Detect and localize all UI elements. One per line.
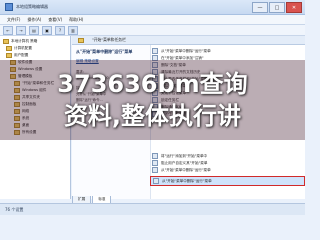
app-icon <box>5 3 13 11</box>
properties-button[interactable]: ▣ <box>42 25 52 35</box>
close-button[interactable]: ✕ <box>286 2 302 13</box>
minimize-button[interactable]: — <box>252 2 268 13</box>
status-bar: 76 个设置 <box>0 203 305 215</box>
window-controls: — □ ✕ <box>251 2 302 13</box>
filter-button[interactable]: ▥ <box>68 25 78 35</box>
menu-file[interactable]: 文件(F) <box>7 17 20 23</box>
tree-item[interactable]: 计算机配置 <box>6 45 32 51</box>
folder-icon <box>78 37 84 43</box>
policy-icon <box>152 160 158 166</box>
title-bar: 本地组策略编辑器 — □ ✕ <box>0 0 305 15</box>
selected-policy-label: 从"开始"菜单中删除"运行"菜单 <box>162 178 212 183</box>
menu-bar: 文件(F) 操作(A) 查看(V) 帮助(H) <box>0 15 305 25</box>
tree-item[interactable]: 用户配置 <box>6 52 28 58</box>
list-item[interactable]: 阻止用户自定义其"开始"菜单 <box>152 160 305 166</box>
maximize-button[interactable]: □ <box>269 2 285 13</box>
selected-policy-row[interactable]: 从"开始"菜单中删除"运行"菜单 <box>150 176 305 186</box>
help-button[interactable]: ? <box>55 25 65 35</box>
policy-icon <box>153 178 159 184</box>
menu-help[interactable]: 帮助(H) <box>69 17 83 23</box>
list-item[interactable]: 从"开始"菜单中删除"运行"菜单 <box>152 167 305 173</box>
overlay-backdrop <box>0 60 305 140</box>
window-title: 本地组策略编辑器 <box>16 4 48 9</box>
policy-icon <box>152 153 158 159</box>
computer-icon <box>3 38 9 44</box>
back-button[interactable]: ← <box>3 25 13 35</box>
settings-header-title: "开始"菜单和任务栏 <box>92 37 126 42</box>
show-tree-button[interactable]: ▤ <box>29 25 39 35</box>
status-text: 76 个设置 <box>5 206 24 212</box>
settings-header: "开始"菜单和任务栏 <box>72 36 305 45</box>
folder-icon <box>6 52 12 58</box>
folder-icon <box>6 45 12 51</box>
policy-icon <box>152 48 158 54</box>
forward-button[interactable]: → <box>16 25 26 35</box>
menu-action[interactable]: 操作(A) <box>27 17 41 23</box>
list-item[interactable]: 将"运行"添加到"开始"菜单中 <box>152 153 305 159</box>
menu-view[interactable]: 查看(V) <box>48 17 62 23</box>
policy-icon <box>152 167 158 173</box>
toolbar: ← → ▤ ▣ ? ▥ <box>0 25 305 36</box>
description-title: 从"开始"菜单中删除"运行"菜单 <box>76 49 133 54</box>
list-item[interactable]: 从"开始"菜单中删除"运行"菜单 <box>152 48 305 54</box>
tree-item[interactable]: 本地计算机 策略 <box>3 38 37 44</box>
